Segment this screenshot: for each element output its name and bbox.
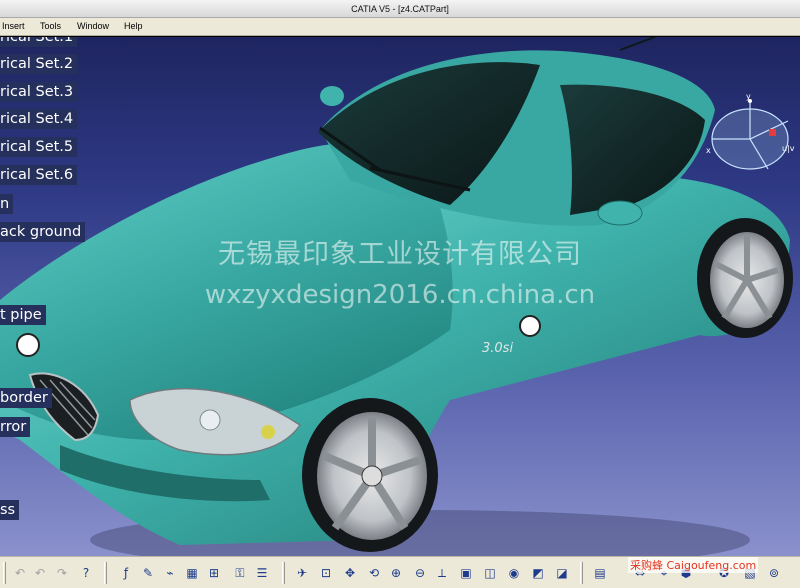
- help-arrow-icon[interactable]: ?: [76, 563, 96, 583]
- redo-icon[interactable]: ↷: [52, 563, 72, 583]
- 3d-viewport[interactable]: 3.0si rical Set.1 rical Set.2 rical Set.…: [0, 37, 800, 556]
- multi-view-icon[interactable]: ▣: [456, 563, 476, 583]
- left-mirror: [320, 86, 344, 106]
- knowledge-icon[interactable]: ⌁: [160, 563, 180, 583]
- menu-insert[interactable]: Insert: [2, 21, 25, 31]
- tree-node-geometrical-set-2[interactable]: rical Set.2: [0, 54, 78, 74]
- model-badge: 3.0si: [482, 341, 513, 356]
- zoom-out-icon[interactable]: ⊖: [410, 563, 430, 583]
- fly-mode-icon[interactable]: ✈: [292, 563, 312, 583]
- tree-node-glass[interactable]: ss: [0, 500, 20, 520]
- menu-tools[interactable]: Tools: [40, 21, 61, 31]
- toolbar-grip[interactable]: [580, 562, 583, 584]
- fit-all-icon[interactable]: ⊡: [316, 563, 336, 583]
- compass-axis-y: y: [746, 92, 751, 101]
- comment-icon[interactable]: ✎: [138, 563, 158, 583]
- compass-handle-icon[interactable]: [769, 129, 776, 136]
- zoom-in-icon[interactable]: ⊕: [386, 563, 406, 583]
- analysis-icon[interactable]: ☰: [252, 563, 272, 583]
- lock-icon[interactable]: ⚿: [230, 563, 250, 583]
- catalog-icon[interactable]: ▤: [590, 563, 610, 583]
- fog-lamp: [261, 425, 275, 439]
- window-title: CATIA V5 - [z4.CATPart]: [351, 3, 449, 14]
- toolbar-grip[interactable]: [104, 562, 107, 584]
- antenna: [619, 37, 656, 51]
- pan-icon[interactable]: ✥: [340, 563, 360, 583]
- formula-icon[interactable]: ƒ: [116, 563, 136, 583]
- headlight-lamp: [199, 409, 221, 431]
- grid-icon[interactable]: ⊞: [204, 563, 224, 583]
- site-watermark: 采购蜂 Caigoufeng.com: [628, 557, 759, 573]
- tree-node-geometrical-set-3[interactable]: rical Set.3: [0, 82, 78, 102]
- tree-node-geometrical-set-5[interactable]: rical Set.5: [0, 137, 78, 157]
- window-title-bar: CATIA V5 - [z4.CATPart]: [0, 0, 800, 18]
- normal-view-icon[interactable]: ⟂: [432, 563, 452, 583]
- compass-axis-x: x: [706, 146, 711, 155]
- swap-space-icon[interactable]: ◪: [552, 563, 572, 583]
- rotate-icon[interactable]: ⟲: [364, 563, 384, 583]
- tree-node-geometrical-set-4[interactable]: rical Set.4: [0, 109, 78, 129]
- undo-list-icon[interactable]: ↶: [30, 563, 50, 583]
- table-icon[interactable]: ▦: [182, 563, 202, 583]
- side-mirror: [597, 200, 643, 226]
- render-style-icon[interactable]: ◉: [504, 563, 524, 583]
- menu-window[interactable]: Window: [77, 21, 109, 31]
- compass-widget[interactable]: y x u|v: [700, 91, 800, 181]
- car-model[interactable]: 3.0si: [0, 37, 800, 556]
- tree-node-geometrical-set-1[interactable]: rical Set.1: [0, 37, 78, 47]
- toolbar-grip[interactable]: [3, 562, 6, 584]
- tree-node-border[interactable]: border: [0, 388, 52, 408]
- compass-axis-z: u|v: [782, 144, 795, 153]
- menu-help[interactable]: Help: [124, 21, 143, 31]
- front-hub: [361, 465, 383, 487]
- tree-node-geometrical-set-6[interactable]: rical Set.6: [0, 165, 78, 185]
- cylinder-icon[interactable]: ⊚: [764, 563, 784, 583]
- menu-bar: Insert Tools Window Help: [0, 18, 800, 36]
- tree-node-pipe[interactable]: t pipe: [0, 305, 46, 325]
- tree-node-back-ground[interactable]: ack ground: [0, 222, 86, 242]
- tree-node-mirror[interactable]: rror: [0, 417, 31, 437]
- hide-show-icon[interactable]: ◩: [528, 563, 548, 583]
- undo-icon[interactable]: ↶: [10, 563, 30, 583]
- side-logo: [519, 315, 541, 337]
- tree-node-n[interactable]: n: [0, 194, 14, 214]
- toolbar-grip[interactable]: [282, 562, 285, 584]
- iso-view-icon[interactable]: ◫: [480, 563, 500, 583]
- front-logo: [16, 333, 40, 357]
